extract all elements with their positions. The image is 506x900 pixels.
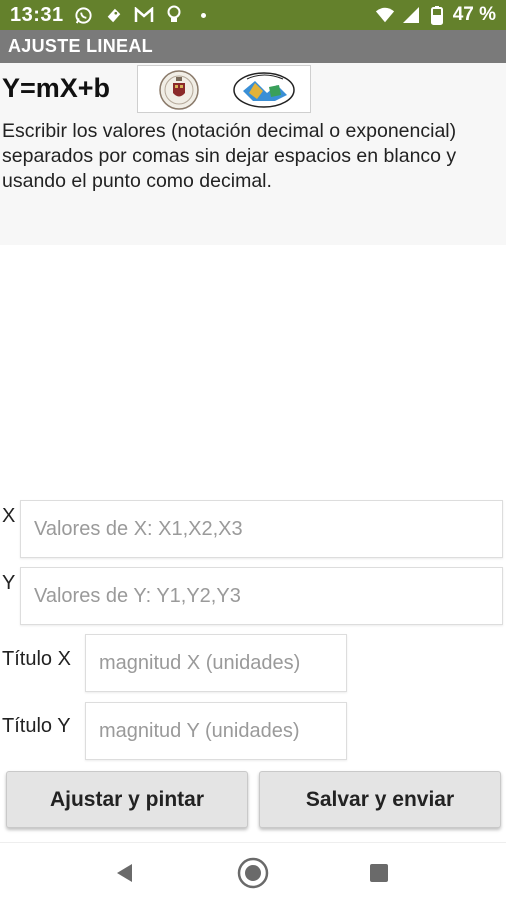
logo-banner <box>137 65 311 113</box>
save-and-send-button[interactable]: Salvar y enviar <box>259 771 501 828</box>
title-y-field[interactable] <box>85 702 347 760</box>
recents-icon[interactable] <box>362 856 396 890</box>
notification-icon <box>104 5 124 25</box>
formula-label: Y=mX+b <box>2 73 111 103</box>
gmail-icon <box>134 5 154 25</box>
lightbulb-icon <box>164 5 184 25</box>
title-x-field[interactable] <box>85 634 347 692</box>
y-values-field[interactable] <box>20 567 503 625</box>
x-values-input[interactable] <box>21 501 502 557</box>
whatsapp-icon <box>74 5 94 25</box>
x-label: X <box>2 505 16 527</box>
app-title: AJUSTE LINEAL <box>8 36 153 56</box>
y-values-input[interactable] <box>21 568 502 624</box>
signal-icon <box>401 5 421 25</box>
home-icon[interactable] <box>236 856 270 890</box>
university-seal-logo <box>159 70 199 110</box>
status-time: 13:31 <box>10 3 64 26</box>
status-left: 13:31 <box>10 4 214 27</box>
back-icon[interactable] <box>108 856 142 890</box>
dot-icon <box>194 5 214 25</box>
navigation-bar <box>0 842 506 900</box>
status-bar: 13:31 47 % <box>0 0 506 30</box>
lab-logo <box>233 72 295 108</box>
wifi-icon <box>375 5 395 25</box>
x-values-field[interactable] <box>20 500 503 558</box>
battery-icon <box>427 5 447 25</box>
status-right: 47 % <box>375 4 496 26</box>
fit-and-plot-button[interactable]: Ajustar y pintar <box>6 771 248 828</box>
battery-percent: 47 % <box>452 4 496 25</box>
y-label: Y <box>2 572 16 594</box>
title-y-input[interactable] <box>86 703 346 759</box>
app-title-bar: AJUSTE LINEAL <box>0 30 506 63</box>
title-x-label: Título X <box>2 648 71 670</box>
title-x-input[interactable] <box>86 635 346 691</box>
title-y-label: Título Y <box>2 715 71 737</box>
instructions-text: Escribir los valores (notación decimal o… <box>2 120 457 192</box>
header-section: Y=mX+b Escribir los valores (notación de… <box>0 63 506 245</box>
